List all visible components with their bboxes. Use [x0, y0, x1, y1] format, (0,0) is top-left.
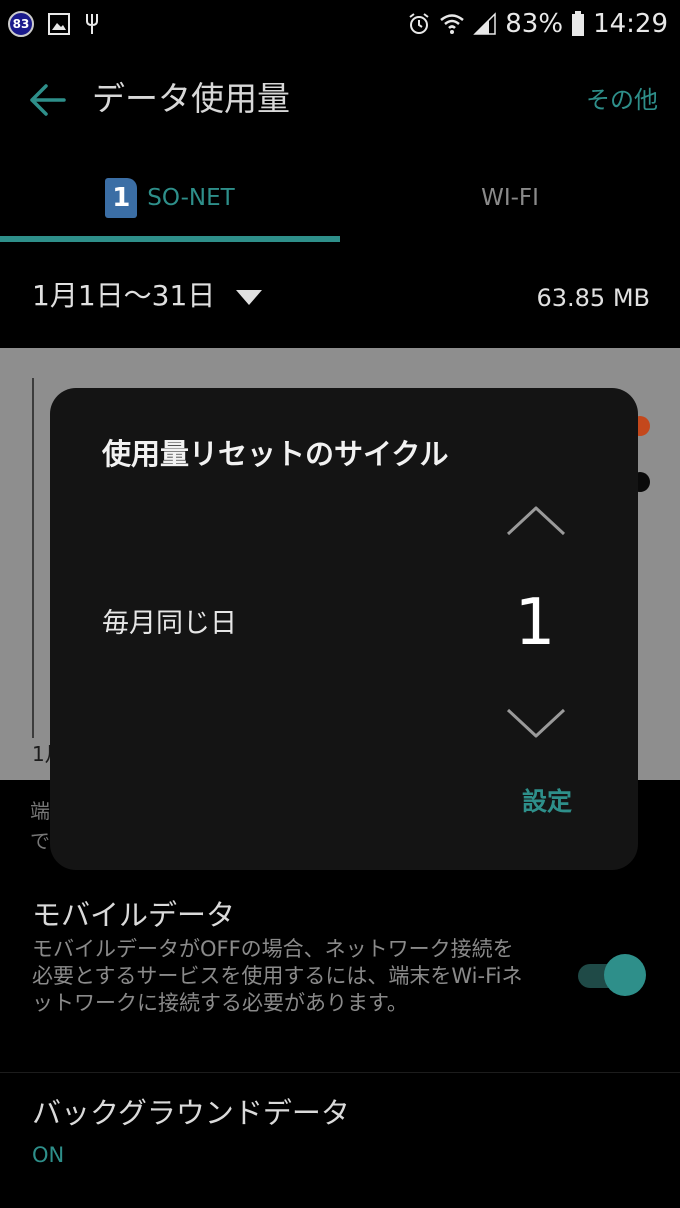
status-right: 83% 14:29 [407, 6, 668, 42]
chevron-up-icon[interactable] [504, 502, 568, 538]
day-picker-value[interactable]: 1 [500, 578, 570, 668]
set-button[interactable]: 設定 [522, 782, 572, 822]
sim-tabs: 1 SO-NET WI-FI [0, 152, 680, 244]
tab-so-net[interactable]: 1 SO-NET [0, 152, 340, 244]
signal-icon [473, 12, 497, 35]
usage-period-row[interactable]: 1月1日～31日 63.85 MB [0, 262, 680, 332]
mobile-data-toggle[interactable] [574, 954, 646, 996]
mobile-data-setting[interactable]: モバイルデータ モバイルデータがOFFの場合、ネットワーク接続を必要とするサービ… [0, 890, 680, 1060]
reset-cycle-dialog: 使用量リセットのサイクル 毎月同じ日 1 設定 [50, 388, 638, 870]
background-data-title: バックグラウンドデータ [32, 1096, 350, 1130]
status-bar: 83 83% 14:29 [0, 0, 680, 48]
app-bar: データ使用量 その他 [0, 48, 680, 152]
chevron-down-icon[interactable] [504, 706, 568, 742]
battery-icon [572, 11, 585, 36]
dialog-title: 使用量リセットのサイクル [102, 437, 449, 471]
wifi-icon [440, 14, 465, 34]
tab-label: WI-FI [481, 185, 539, 211]
back-arrow-icon[interactable] [28, 82, 68, 118]
tab-indicator [0, 236, 340, 242]
notification-badge-icon: 83 [8, 11, 34, 37]
mobile-data-title: モバイルデータ [32, 898, 236, 932]
tab-wi-fi[interactable]: WI-FI [340, 152, 680, 244]
period-range[interactable]: 1月1日～31日 [32, 274, 215, 318]
divider [0, 1072, 680, 1073]
background-data-setting[interactable]: バックグラウンドデータ ON [0, 1088, 680, 1188]
background-data-status: ON [32, 1143, 65, 1167]
graph-y-axis [32, 378, 34, 738]
mobile-data-description: モバイルデータがOFFの場合、ネットワーク接続を必要とするサービスを使用するには… [32, 937, 523, 1015]
usage-total: 63.85 MB [536, 284, 650, 312]
page-title: データ使用量 [92, 79, 290, 118]
sim-card-icon: 1 [105, 178, 138, 218]
clock: 14:29 [593, 9, 668, 39]
alarm-icon [409, 13, 429, 34]
more-button[interactable]: その他 [586, 80, 658, 120]
usage-note-line: で [30, 829, 50, 853]
image-icon [48, 13, 70, 35]
status-left: 83 [8, 8, 100, 40]
usage-note-line: 端 [30, 799, 50, 823]
toggle-thumb [604, 954, 646, 996]
usb-icon [86, 14, 98, 34]
battery-percent: 83% [505, 9, 564, 39]
tab-label: SO-NET [147, 185, 235, 211]
usage-note: 端 で [30, 796, 50, 856]
dialog-label: 毎月同じ日 [102, 608, 237, 639]
dropdown-arrow-icon[interactable] [236, 290, 262, 305]
